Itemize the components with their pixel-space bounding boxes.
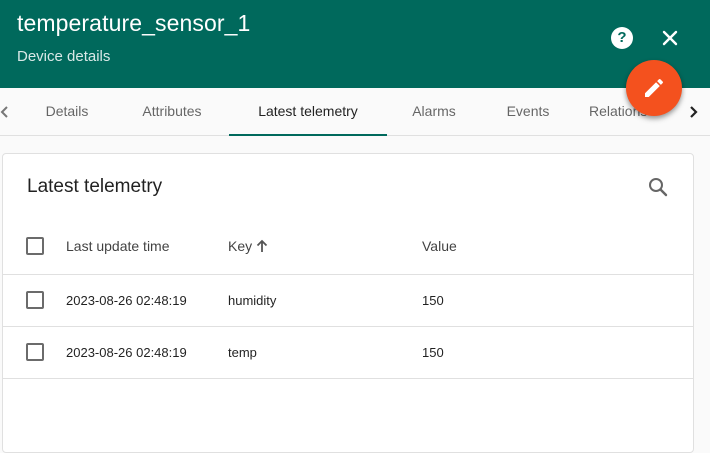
column-header-key-label: Key xyxy=(228,238,253,254)
close-icon[interactable] xyxy=(659,27,681,49)
table-row[interactable]: 2023-08-26 02:48:19 temp 150 xyxy=(3,327,693,379)
cell-time: 2023-08-26 02:48:19 xyxy=(66,293,187,308)
chevron-left-icon[interactable] xyxy=(0,100,12,124)
cell-key: humidity xyxy=(228,293,277,308)
column-header-key[interactable]: Key xyxy=(228,238,268,256)
cell-value: 150 xyxy=(422,345,444,360)
table-header-row: Last update time Key Value xyxy=(3,218,693,275)
card-title: Latest telemetry xyxy=(27,176,163,197)
tab-attributes[interactable]: Attributes xyxy=(128,88,216,135)
arrow-up-icon xyxy=(256,239,268,256)
column-header-value[interactable]: Value xyxy=(422,238,457,254)
tab-bar: Details Attributes Latest telemetry Alar… xyxy=(0,88,710,136)
column-header-time[interactable]: Last update time xyxy=(66,238,170,254)
cell-value: 150 xyxy=(422,293,444,308)
help-icon[interactable]: ? xyxy=(611,27,633,49)
row-checkbox[interactable] xyxy=(26,291,44,309)
row-checkbox[interactable] xyxy=(26,343,44,361)
cell-time: 2023-08-26 02:48:19 xyxy=(66,345,187,360)
device-subtitle: Device details xyxy=(17,48,111,65)
dialog-header: temperature_sensor_1 Device details ? xyxy=(0,0,710,88)
edit-button[interactable] xyxy=(626,60,682,116)
telemetry-card: Latest telemetry Last update time Key Va… xyxy=(2,153,694,453)
device-title: temperature_sensor_1 xyxy=(17,10,251,36)
tab-details[interactable]: Details xyxy=(34,88,100,135)
tab-latest-telemetry[interactable]: Latest telemetry xyxy=(229,88,387,135)
cell-key: temp xyxy=(228,345,257,360)
select-all-checkbox[interactable] xyxy=(26,237,44,255)
tab-alarms[interactable]: Alarms xyxy=(401,88,467,135)
tab-events[interactable]: Events xyxy=(497,88,559,135)
search-icon[interactable] xyxy=(646,175,670,199)
table-row[interactable]: 2023-08-26 02:48:19 humidity 150 xyxy=(3,275,693,327)
active-tab-indicator xyxy=(229,134,387,136)
chevron-right-icon[interactable] xyxy=(686,100,700,124)
pencil-icon xyxy=(645,78,664,97)
